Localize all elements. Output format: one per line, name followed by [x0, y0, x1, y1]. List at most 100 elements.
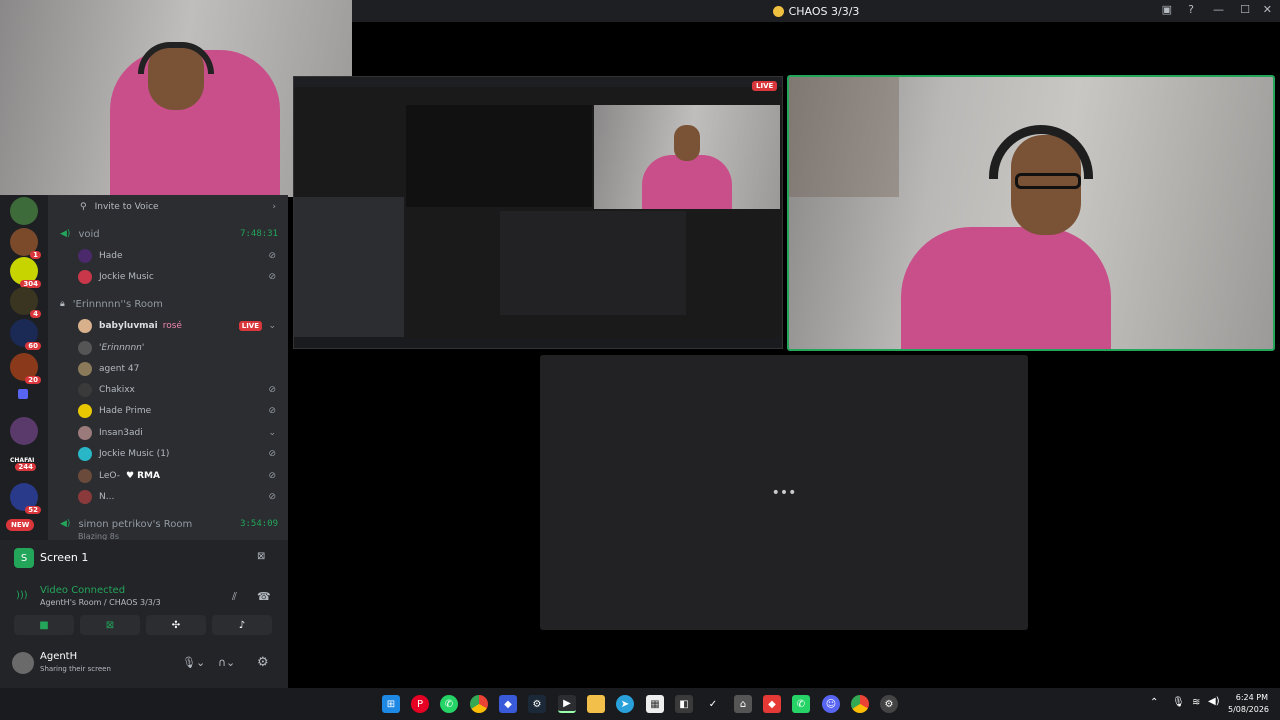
- voice-channel-room[interactable]: ◀) simon petrikov's Room 3:54:09: [48, 514, 288, 534]
- minimize-button[interactable]: —: [1213, 3, 1224, 16]
- nested-screen: [406, 105, 592, 207]
- clock-date[interactable]: 5/08/2026: [1228, 705, 1269, 714]
- server-icon[interactable]: 20: [10, 353, 41, 384]
- disconnect-icon[interactable]: ☎: [257, 590, 271, 603]
- voice-user[interactable]: babyluvmai rosé LIVE ⌄: [48, 316, 288, 336]
- live-badge: LIVE: [752, 81, 778, 91]
- avatar: [78, 426, 92, 440]
- windows-icon[interactable]: ⊞: [382, 695, 400, 713]
- close-screen-icon[interactable]: ⊠: [257, 551, 265, 562]
- server-icon[interactable]: [10, 197, 38, 225]
- soundboard-button[interactable]: ♪: [212, 615, 272, 635]
- discord-icon[interactable]: ☺: [822, 695, 840, 713]
- chevron-down-icon: ⌄: [268, 321, 276, 331]
- server-icon[interactable]: 52: [10, 483, 41, 514]
- window-title-bar: CHAOS 3/3/3 ▣ ? — ☐ ✕: [352, 0, 1280, 22]
- microphone-icon[interactable]: 🎙︎: [1172, 697, 1185, 708]
- server-icon[interactable]: [10, 417, 38, 445]
- headset-icon: [989, 125, 1093, 179]
- tray-chevron-icon[interactable]: ⌃: [1150, 697, 1158, 708]
- settings-icon[interactable]: ⚙: [880, 695, 898, 713]
- screen-share-tile-loading[interactable]: •••: [540, 355, 1028, 630]
- voice-user[interactable]: Insan3adi ⌄: [48, 423, 288, 443]
- nested-dark-screen: [500, 211, 686, 315]
- terminal-icon[interactable]: ▶: [558, 695, 576, 713]
- clock-time[interactable]: 6:24 PM: [1230, 693, 1268, 702]
- camera-button[interactable]: ■: [14, 615, 74, 635]
- invite-to-voice[interactable]: ⚲ Invite to Voice ›: [48, 197, 288, 217]
- invite-icon: ⚲: [80, 202, 87, 212]
- inbox-icon[interactable]: ▣: [1162, 3, 1172, 16]
- user-status: Sharing their screen: [40, 665, 111, 673]
- avatar: [78, 490, 92, 504]
- voice-user[interactable]: Hade Prime ⊘: [48, 401, 288, 421]
- whatsapp2-icon[interactable]: ✆: [792, 695, 810, 713]
- server-icon[interactable]: 304: [10, 257, 41, 288]
- server-icon[interactable]: 1: [10, 228, 41, 259]
- game-icon[interactable]: ◧: [675, 695, 693, 713]
- voice-user[interactable]: Jockie Music (1) ⊘: [48, 444, 288, 464]
- connection-room: AgentH's Room / CHAOS 3/3/3: [40, 598, 161, 607]
- avatar: [78, 447, 92, 461]
- live-badge: LIVE: [238, 321, 262, 331]
- chrome2-icon[interactable]: [851, 695, 869, 713]
- person-shirt: [901, 227, 1111, 349]
- screen-title: Screen 1: [40, 551, 89, 564]
- folder-icon[interactable]: [18, 389, 28, 399]
- pinterest-icon[interactable]: P: [411, 695, 429, 713]
- voice-user[interactable]: LeO- ♥ RMA ⊘: [48, 466, 288, 486]
- server-icon[interactable]: 4: [10, 287, 41, 318]
- screen-share-button[interactable]: ⊠: [80, 615, 140, 635]
- soundboard-icon: ♪: [238, 619, 246, 631]
- red-app-icon[interactable]: ◆: [763, 695, 781, 713]
- speaker-icon: ◀): [60, 229, 71, 239]
- wifi-icon[interactable]: ≋: [1192, 697, 1200, 708]
- voice-user[interactable]: Chakixx ⊘: [48, 380, 288, 400]
- server-icon[interactable]: 60: [10, 319, 41, 350]
- loading-indicator: •••: [771, 484, 797, 501]
- avatar: [78, 341, 92, 355]
- volume-icon[interactable]: ◀): [1208, 696, 1220, 707]
- camera-icon: ■: [39, 619, 49, 631]
- screen-share-icon: ⊠: [105, 619, 115, 631]
- chrome-icon[interactable]: [470, 695, 488, 713]
- store-icon[interactable]: ▦: [646, 695, 664, 713]
- avatar[interactable]: [12, 652, 34, 674]
- new-badge[interactable]: NEW: [6, 519, 35, 531]
- nested-taskbar: [294, 338, 782, 348]
- check-icon[interactable]: ✓: [704, 695, 722, 713]
- steam-icon[interactable]: ⚙: [528, 695, 546, 713]
- voice-user[interactable]: N... ⊘: [48, 487, 288, 507]
- browser-icon[interactable]: ⌂: [734, 695, 752, 713]
- headphones-icon[interactable]: ∩⌄: [218, 656, 235, 669]
- microphone-icon[interactable]: 🎙︎⌄: [182, 656, 205, 669]
- whatsapp-icon[interactable]: ✆: [440, 695, 458, 713]
- telegram-icon[interactable]: ➤: [616, 695, 634, 713]
- voice-channel-void[interactable]: ◀) void 7:48:31: [48, 224, 288, 244]
- tag-label: rosé: [162, 321, 182, 331]
- folder-icon[interactable]: [587, 695, 605, 713]
- activities-button[interactable]: ✣: [146, 615, 206, 635]
- screen-share-tile[interactable]: LIVE: [293, 76, 783, 349]
- deafen-icon: ⊘: [268, 406, 276, 416]
- channel-list: ⚲ Invite to Voice › ◀) void 7:48:31 Hade…: [48, 195, 288, 541]
- nested-webcam: [594, 105, 780, 209]
- webcam-tile[interactable]: [787, 75, 1275, 351]
- chevron-down-icon: ⌄: [268, 428, 276, 438]
- connection-status: Video Connected: [40, 585, 126, 596]
- close-button[interactable]: ✕: [1263, 3, 1272, 16]
- settings-icon[interactable]: ⚙: [257, 655, 269, 670]
- voice-user[interactable]: agent 47: [48, 359, 288, 379]
- maximize-button[interactable]: ☐: [1240, 3, 1250, 16]
- chevron-right-icon: ›: [272, 202, 276, 212]
- app-icon[interactable]: ◆: [499, 695, 517, 713]
- voice-user[interactable]: 'Erinnnnn': [48, 338, 288, 358]
- voice-user[interactable]: Jockie Music ⊘: [48, 267, 288, 287]
- avatar: [78, 362, 92, 376]
- nested-title-bar: [294, 77, 782, 87]
- noise-suppression-icon[interactable]: ⫽: [232, 590, 237, 604]
- help-icon[interactable]: ?: [1188, 3, 1194, 16]
- avatar: [78, 469, 92, 483]
- voice-user[interactable]: Hade ⊘: [48, 246, 288, 266]
- voice-channel-room[interactable]: 🔒︎ 'Erinnnnn''s Room: [48, 294, 288, 314]
